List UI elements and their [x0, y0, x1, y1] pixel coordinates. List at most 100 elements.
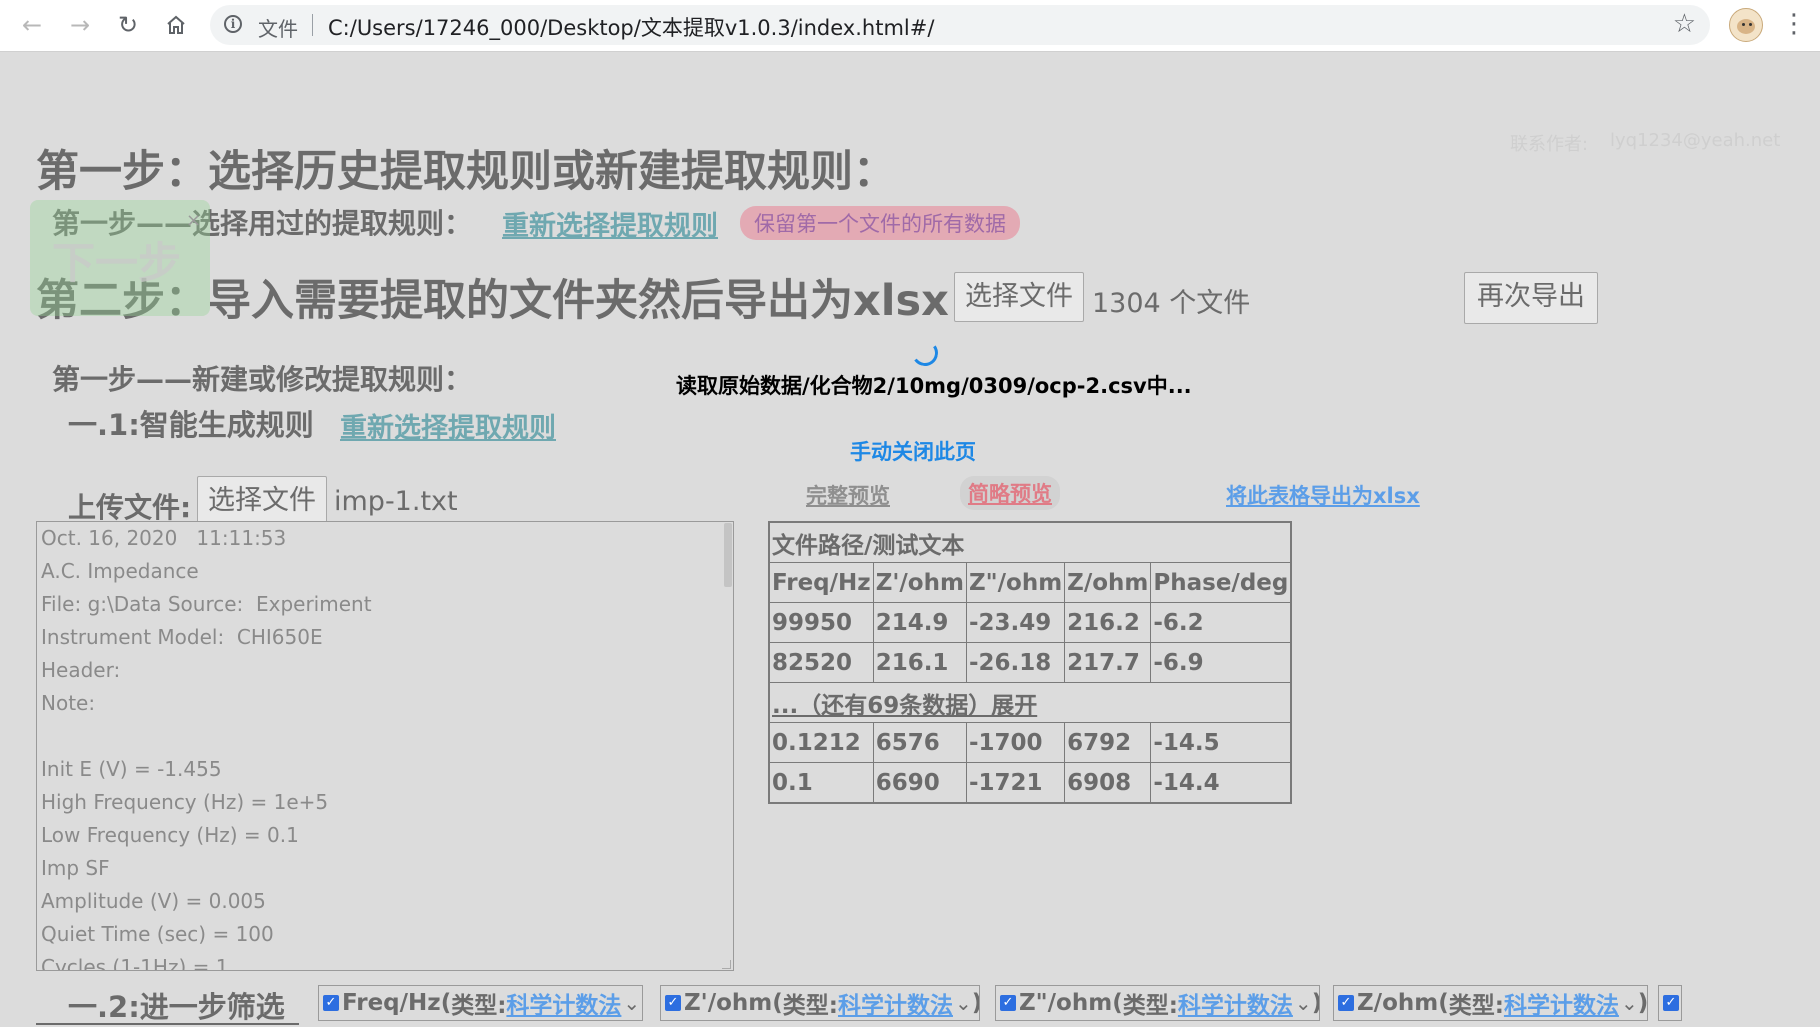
table-cell: 6576 — [872, 722, 967, 763]
file-text-line: Low Frequency (Hz) = 0.1 — [41, 823, 299, 847]
chevron-down-icon[interactable]: ⌄ — [955, 991, 972, 1015]
brief-preview-link[interactable]: 简略预览 — [960, 476, 1060, 510]
column-checkbox[interactable]: ✓ — [323, 995, 339, 1011]
paren-close: ) — [1312, 990, 1319, 1016]
filter-column-chip[interactable]: ✓ Z/ohm( 类型: 科学计数法 ⌄) — [1333, 985, 1648, 1021]
back-arrow-icon[interactable]: ← — [14, 7, 50, 43]
column-type-select[interactable]: 科学计数法 — [838, 986, 953, 1020]
file-count: 1304 个文件 — [1092, 288, 1251, 319]
preview-table: 文件路径/测试文本 Freq/Hz Z'/ohm Z"/ohm Z/ohm Phase/d… — [768, 521, 1293, 804]
contact-email[interactable]: lyq1234@yeah.net — [1610, 130, 1780, 151]
paren-open: ( — [440, 990, 452, 1016]
file-text-line: Init E (V) = -1.455 — [41, 757, 222, 781]
export-again-button[interactable]: 再次导出 — [1464, 272, 1598, 324]
paren-close: ) — [972, 990, 979, 1016]
avatar[interactable] — [1729, 8, 1763, 42]
choose-folder-button[interactable]: 选择文件 — [954, 272, 1084, 322]
file-text-line — [37, 720, 733, 753]
full-preview-link[interactable]: 完整预览 — [806, 480, 890, 510]
loading-message: 读取原始数据/化合物2/10mg/0309/ocp-2.csv中... — [676, 374, 1192, 398]
table-cell: 217.7 — [1064, 642, 1152, 683]
reselect-rule-link[interactable]: 重新选择提取规则 — [502, 204, 718, 243]
table-cell: 216.2 — [1064, 602, 1152, 643]
column-name: Z"/ohm — [1019, 990, 1113, 1016]
chevron-down-icon[interactable]: ⌄ — [1621, 991, 1638, 1015]
column-type-select[interactable]: 科学计数法 — [1504, 986, 1619, 1020]
close-icon[interactable]: × — [186, 210, 201, 231]
file-text-lines: Oct. 16, 2020 11:11:53 A.C. Impedance File… — [37, 522, 733, 971]
more-vert-icon[interactable]: ⋮ — [1781, 9, 1807, 39]
table-cell: -1721 — [965, 762, 1066, 804]
table-cell: 6908 — [1064, 762, 1152, 804]
avatar-eye — [1742, 23, 1745, 26]
info-icon[interactable]: i — [224, 15, 242, 33]
export-table-link[interactable]: 将此表格导出为xlsx — [1226, 480, 1420, 510]
column-checkbox[interactable]: ✓ — [1000, 995, 1016, 1011]
table-cell: Z/ohm — [1064, 562, 1152, 603]
filter-column-chip[interactable]: ✓Freq/Hz( 类型:科学计数法⌄) — [318, 985, 643, 1021]
omnibox-divider — [312, 14, 313, 36]
table-cell: ...（还有69条数据）展开 — [768, 682, 1292, 723]
column-checkbox[interactable]: ✓ — [1338, 995, 1354, 1011]
file-text-area[interactable]: Oct. 16, 2020 11:11:53 A.C. Impedance File… — [36, 521, 734, 971]
reload-icon[interactable]: ↻ — [110, 7, 146, 43]
table-row: 0.1 6690 -1721 6908 -14.4 — [768, 762, 1292, 804]
step1-title: 第一步：选择历史提取规则或新建提取规则： — [36, 147, 896, 197]
file-text-line: Oct. 16, 2020 11:11:53 — [41, 526, 287, 550]
url-text[interactable]: C:/Users/17246_000/Desktop/文本提取v1.0.3/in… — [328, 12, 934, 42]
close-page-link[interactable]: 手动关闭此页 — [850, 436, 976, 466]
chevron-down-icon[interactable]: ⌄ — [623, 991, 640, 1015]
table-cell: 214.9 — [872, 602, 967, 643]
scrollbar-thumb[interactable] — [724, 523, 732, 587]
paren-open: ( — [1438, 990, 1449, 1016]
upload-file-button[interactable]: 选择文件 — [197, 476, 327, 526]
star-icon[interactable]: ☆ — [1673, 9, 1696, 39]
avatar-eye — [1749, 23, 1752, 26]
column-type-select[interactable]: 科学计数法 — [1178, 986, 1293, 1020]
file-text-line: Quiet Time (sec) = 100 — [41, 922, 274, 946]
column-type-label: 类型: — [782, 993, 838, 1019]
paren-open: ( — [772, 990, 783, 1016]
address-bar[interactable]: i 文件 C:/Users/17246_000/Desktop/文本提取v1.0… — [210, 5, 1710, 45]
upload-filename: imp-1.txt — [334, 486, 458, 517]
new-rule-label: 第一步——新建或修改提取规则： — [52, 363, 473, 396]
table-cell: 6690 — [872, 762, 967, 804]
table-cell: Z'/ohm — [872, 562, 967, 603]
forward-arrow-icon[interactable]: → — [62, 7, 98, 43]
table-cell: -14.4 — [1150, 762, 1292, 804]
table-expand-row-text[interactable]: ...（还有69条数据）展开 — [772, 693, 1037, 719]
paren-close: ) — [640, 990, 642, 1016]
file-text-line: Header: — [41, 658, 121, 682]
home-icon[interactable] — [158, 7, 194, 43]
file-text-line: Amplitude (V) = 0.005 — [41, 889, 266, 913]
next-step-label: 下一步 — [52, 239, 181, 289]
column-type-label: 类型: — [1448, 993, 1504, 1019]
filter-column-chip[interactable]: ✓Z"/ohm( 类型:科学计数法⌄) — [995, 985, 1320, 1021]
table-cell: 0.1 — [768, 762, 874, 804]
table-cell: 0.1212 — [768, 722, 874, 763]
resize-handle-icon[interactable] — [722, 960, 731, 969]
table-row: 99950 214.9 -23.49 216.2 -6.2 — [768, 602, 1292, 643]
filter-column-chip[interactable]: ✓Z'/ohm( 类型:科学计数法⌄) — [660, 985, 980, 1021]
column-checkbox[interactable]: ✓ — [665, 995, 681, 1011]
table-header-row: Freq/Hz Z'/ohm Z"/ohm Z/ohm Phase/deg — [768, 562, 1292, 603]
table-cell: -26.18 — [965, 642, 1066, 683]
filter-column-chip-partial[interactable]: ✓ — [1658, 985, 1682, 1021]
file-text-line: Instrument Model: CHI650E — [41, 625, 323, 649]
keep-first-file-toggle[interactable]: 保留第一个文件的所有数据 — [740, 206, 1020, 240]
column-type-select[interactable]: 科学计数法 — [506, 986, 621, 1020]
column-checkbox[interactable]: ✓ — [1663, 995, 1679, 1011]
table-cell: -6.9 — [1150, 642, 1292, 683]
textarea-scrollbar[interactable] — [723, 522, 733, 970]
table-row: 0.1212 6576 -1700 6792 -14.5 — [768, 722, 1292, 763]
column-name: Z'/ohm — [684, 990, 773, 1016]
file-text-line: File: g:\Data Source: Experiment — [41, 592, 372, 616]
reselect-rule-link-2[interactable]: 重新选择提取规则 — [340, 406, 556, 445]
file-text-line: A.C. Impedance — [41, 559, 199, 583]
browser-toolbar: ← → ↻ i 文件 C:/Users/17246_000/Desktop/文本… — [0, 0, 1820, 52]
avatar-face — [1737, 19, 1755, 34]
chevron-down-icon[interactable]: ⌄ — [1295, 991, 1312, 1015]
table-title-row: 文件路径/测试文本 — [768, 521, 1292, 563]
column-type-label: 类型: — [451, 993, 507, 1019]
file-text-line: Cycles (1-1Hz) = 1 — [41, 955, 229, 971]
